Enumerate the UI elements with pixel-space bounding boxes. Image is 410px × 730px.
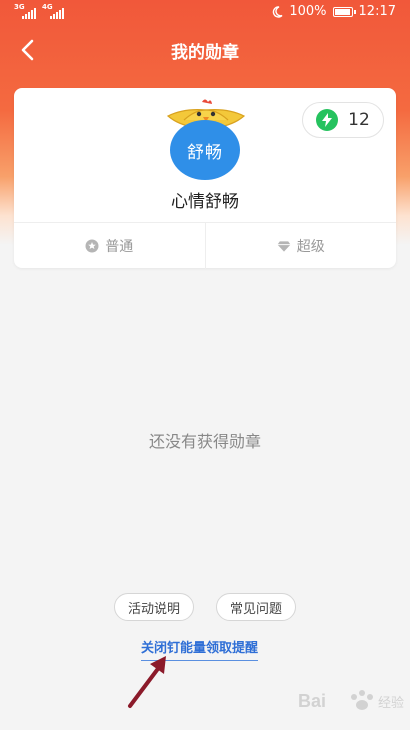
lightning-icon <box>316 109 339 131</box>
battery-icon <box>332 6 356 17</box>
medal-circle: 舒畅 <box>170 120 240 180</box>
watermark-logo: Bai 经验 <box>298 690 404 711</box>
empty-state-text: 还没有获得勋章 <box>148 432 261 451</box>
activity-info-button[interactable]: 活动说明 <box>113 593 194 621</box>
clock: 12:17 <box>358 4 396 19</box>
nav-bar: 我的勋章 <box>0 28 410 72</box>
signal-icon: 3G <box>14 3 36 19</box>
medal-name: 心情舒畅 <box>171 192 239 212</box>
battery-percent: 100% <box>289 4 327 19</box>
page-title: 我的勋章 <box>171 43 239 63</box>
medal-tabs: 普通 超级 <box>14 222 396 269</box>
energy-chip[interactable]: 12 <box>302 102 384 138</box>
medal-card: 12 舒畅 心情舒畅 普通 超级 <box>14 88 396 269</box>
energy-count: 12 <box>348 110 370 130</box>
moon-icon <box>273 5 283 18</box>
svg-text:Bai: Bai <box>298 691 326 711</box>
annotation-arrow-icon <box>128 656 166 708</box>
tab-label: 普通 <box>105 239 134 255</box>
signal-icon: 4G <box>42 3 64 19</box>
tab-label: 超级 <box>296 239 325 255</box>
diamond-icon <box>277 239 291 253</box>
medal-badge[interactable]: 舒畅 <box>164 98 248 180</box>
svg-text:经验: 经验 <box>378 695 404 711</box>
faq-button[interactable]: 常见问题 <box>216 593 297 621</box>
status-bar: 3G 4G 100% 12:17 <box>0 0 410 26</box>
tab-normal[interactable]: 普通 <box>14 223 205 269</box>
star-circle-icon <box>85 239 99 253</box>
tab-super[interactable]: 超级 <box>204 223 397 269</box>
bottom-buttons: 活动说明 常见问题 <box>0 593 410 621</box>
